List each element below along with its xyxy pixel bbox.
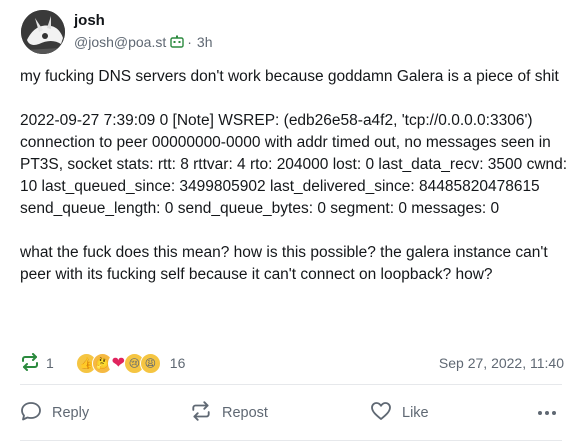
divider — [20, 440, 562, 441]
like-label: Like — [402, 405, 429, 421]
reply-icon — [20, 401, 42, 425]
meta-separator: · — [187, 34, 192, 50]
author-handle[interactable]: @josh@poa.st — [74, 34, 166, 50]
weary-emoji: 😩 — [139, 352, 161, 374]
heart-icon — [370, 401, 392, 425]
avatar[interactable] — [21, 10, 65, 54]
post-card: josh @josh@poa.st · 3h my fucking DNS se… — [0, 0, 582, 448]
relative-time[interactable]: 3h — [197, 34, 213, 50]
post-stats: 1 👍 🤔 ❤ 😢 😩 16 Sep 27, 2022, 11:40 — [20, 350, 564, 376]
action-bar: Reply Repost Like — [20, 398, 564, 428]
repost-action-icon — [190, 401, 212, 425]
reply-label: Reply — [52, 405, 90, 421]
post-paragraph: my fucking DNS servers don't work becaus… — [20, 68, 559, 85]
more-icon[interactable] — [538, 411, 556, 415]
repost-icon — [20, 352, 40, 374]
avatar-image — [21, 10, 65, 54]
author-meta: @josh@poa.st · 3h — [74, 34, 213, 50]
divider — [20, 384, 562, 385]
author-display-name[interactable]: josh — [74, 12, 105, 29]
boost-count: 1 — [46, 355, 54, 371]
like-button[interactable]: Like — [370, 401, 520, 425]
post-paragraph: what the fuck does this mean? how is thi… — [20, 244, 548, 283]
post-content: my fucking DNS servers don't work becaus… — [20, 66, 568, 308]
repost-button[interactable]: Repost — [190, 401, 370, 425]
post-paragraph: 2022-09-27 7:39:09 0 [Note] WSREP: (edb2… — [20, 112, 568, 217]
reaction-summary[interactable]: 👍 🤔 ❤ 😢 😩 16 — [75, 352, 186, 374]
boost-stat[interactable]: 1 — [20, 352, 54, 374]
reply-button[interactable]: Reply — [20, 401, 190, 425]
post-timestamp[interactable]: Sep 27, 2022, 11:40 — [439, 355, 564, 371]
repost-label: Repost — [222, 405, 268, 421]
reaction-count: 16 — [169, 355, 186, 371]
bot-icon — [170, 35, 184, 49]
